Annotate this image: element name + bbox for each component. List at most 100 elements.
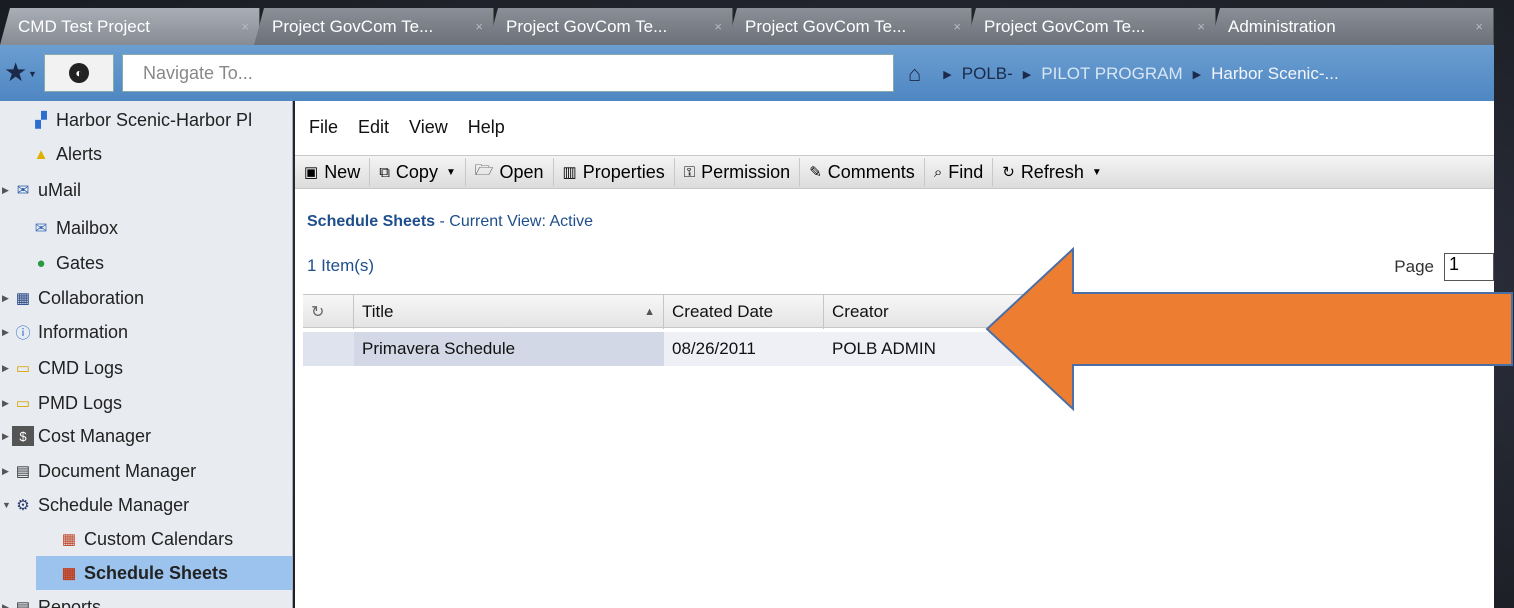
sidebar-item-collaboration[interactable]: ▶ ▦ Collaboration <box>2 281 144 315</box>
reports-icon: ▤ <box>15 599 31 608</box>
tab-cmd-test-project[interactable]: CMD Test Project × <box>0 8 260 45</box>
callout-arrow-shape <box>985 247 1513 412</box>
sidebar-item-reports[interactable]: ▶ ▤ Reports <box>2 590 101 608</box>
tab-administration[interactable]: Administration × <box>1210 8 1494 45</box>
folder-icon: ▭ <box>15 360 31 377</box>
expand-arrow-icon[interactable]: ▶ <box>2 398 12 409</box>
chevron-down-icon[interactable]: ▼ <box>28 69 37 79</box>
close-icon[interactable]: × <box>953 19 961 34</box>
sidebar-item-project[interactable]: ▞ Harbor Scenic-Harbor Pl <box>30 103 252 137</box>
expand-arrow-icon[interactable]: ▶ <box>2 466 12 477</box>
permission-button[interactable]: ⚿ Permission <box>675 158 801 186</box>
sidebar-item-label: Harbor Scenic-Harbor Pl <box>56 109 253 130</box>
page-title: Schedule Sheets - Current View: Active <box>307 213 593 231</box>
refresh-button[interactable]: ↻ Refresh ▼ <box>993 158 1111 186</box>
current-view-text: - Current View: Active <box>435 213 594 230</box>
sidebar-item-schedule-manager[interactable]: ▼ ⚙ Schedule Manager <box>2 488 189 522</box>
menu-help[interactable]: Help <box>468 117 505 145</box>
sidebar: ▞ Harbor Scenic-Harbor Pl ▲ Alerts ▶ ✉ u… <box>0 101 293 608</box>
collapse-arrow-icon[interactable]: ▼ <box>2 500 12 510</box>
information-icon: ⓘ <box>15 324 31 342</box>
menu-view[interactable]: View <box>409 117 448 145</box>
properties-button[interactable]: ▥ Properties <box>554 158 675 186</box>
sidebar-item-cmd-logs[interactable]: ▶ ▭ CMD Logs <box>2 351 123 385</box>
close-icon[interactable]: × <box>1475 19 1483 34</box>
menu-file[interactable]: File <box>309 117 338 145</box>
tab-label: CMD Test Project <box>18 16 150 36</box>
sidebar-item-label: Cost Manager <box>38 425 152 446</box>
sidebar-item-mailbox[interactable]: ✉ Mailbox <box>30 211 118 245</box>
chevron-down-icon[interactable]: ▼ <box>1092 167 1102 178</box>
sidebar-item-pmd-logs[interactable]: ▶ ▭ PMD Logs <box>2 386 122 420</box>
sidebar-item-information[interactable]: ▶ ⓘ Information <box>2 315 128 349</box>
navigate-to-input[interactable]: Navigate To... <box>122 54 894 92</box>
project-icon: ▞ <box>35 112 47 129</box>
callout-arrow <box>985 247 1513 412</box>
column-label: Creator <box>832 302 889 321</box>
menu-edit[interactable]: Edit <box>358 117 389 145</box>
row-selector[interactable] <box>303 332 354 366</box>
comments-button[interactable]: ✎ Comments <box>800 158 925 186</box>
sidebar-item-gates[interactable]: ● Gates <box>30 246 104 280</box>
sidebar-item-label: Document Manager <box>38 460 197 481</box>
sidebar-item-label: Mailbox <box>56 217 119 238</box>
close-icon[interactable]: × <box>241 19 249 34</box>
column-created-date[interactable]: Created Date <box>664 295 824 329</box>
item-count: 1 Item(s) <box>307 256 375 275</box>
expand-arrow-icon[interactable]: ▶ <box>2 602 12 608</box>
column-title[interactable]: Title ▲ <box>354 295 664 329</box>
globe-button[interactable]: ◐ <box>44 54 114 92</box>
sidebar-item-document-manager[interactable]: ▶ ▤ Document Manager <box>2 454 196 488</box>
new-button[interactable]: ▣ New <box>295 158 371 186</box>
home-icon[interactable]: ⌂ <box>908 61 921 87</box>
menu-bar: File Edit View Help <box>295 117 511 145</box>
navigation-bar: ★ ▼ ◐ Navigate To... ⌂ ▶ POLB- ▶ PILOT P… <box>0 45 1494 101</box>
close-icon[interactable]: × <box>1197 19 1205 34</box>
new-icon: ▣ <box>304 164 319 181</box>
grid-refresh-icon[interactable]: ↻ <box>303 295 354 329</box>
page-title-text: Schedule Sheets <box>307 213 436 230</box>
sidebar-item-label: CMD Logs <box>38 357 124 378</box>
expand-arrow-icon[interactable]: ▶ <box>2 327 12 338</box>
tab-project-govcom-3[interactable]: Project GovCom Te... × <box>727 8 972 45</box>
new-label: New <box>324 161 361 182</box>
cell-created-date: 08/26/2011 <box>672 339 756 358</box>
breadcrumb-item[interactable]: Harbor Scenic-... <box>1211 64 1339 84</box>
open-folder-icon: 🗁 <box>474 161 494 179</box>
sidebar-item-label: Gates <box>56 252 105 273</box>
find-button[interactable]: ⌕ Find <box>925 158 994 186</box>
tab-project-govcom-2[interactable]: Project GovCom Te... × <box>488 8 733 45</box>
tab-bar: CMD Test Project × Project GovCom Te... … <box>0 8 1494 45</box>
favorites-star-icon[interactable]: ★ <box>4 57 27 88</box>
alert-icon: ▲ <box>33 145 49 163</box>
sidebar-item-cost-manager[interactable]: ▶ $ Cost Manager <box>2 419 151 453</box>
tab-project-govcom-4[interactable]: Project GovCom Te... × <box>966 8 1216 45</box>
sidebar-item-umail[interactable]: ▶ ✉ uMail <box>2 173 81 207</box>
column-label: Created Date <box>672 302 774 321</box>
tab-label: Project GovCom Te... <box>745 16 907 36</box>
tab-project-govcom-1[interactable]: Project GovCom Te... × <box>254 8 494 45</box>
tab-label: Project GovCom Te... <box>984 16 1146 36</box>
close-icon[interactable]: × <box>714 19 722 34</box>
comments-icon: ✎ <box>809 164 822 181</box>
open-button[interactable]: 🗁 Open <box>466 158 554 186</box>
sidebar-item-label: Alerts <box>56 143 103 164</box>
copy-icon: ⧉ <box>379 163 390 181</box>
expand-arrow-icon[interactable]: ▶ <box>2 185 12 196</box>
cell-title[interactable]: Primavera Schedule <box>354 332 664 366</box>
sidebar-item-schedule-sheets[interactable]: ▦ Schedule Sheets <box>36 556 292 590</box>
copy-button[interactable]: ⧉ Copy ▼ <box>370 158 466 186</box>
sidebar-item-label: Schedule Manager <box>38 494 190 515</box>
breadcrumb-item[interactable]: PILOT PROGRAM <box>1041 64 1182 84</box>
gates-icon: ● <box>36 254 46 272</box>
sidebar-item-custom-calendars[interactable]: ▦ Custom Calendars <box>58 522 233 556</box>
sidebar-item-label: Custom Calendars <box>84 528 234 549</box>
close-icon[interactable]: × <box>475 19 483 34</box>
expand-arrow-icon[interactable]: ▶ <box>2 431 12 442</box>
expand-arrow-icon[interactable]: ▶ <box>2 363 12 374</box>
chevron-down-icon[interactable]: ▼ <box>446 167 456 178</box>
search-icon: ⌕ <box>933 163 943 181</box>
expand-arrow-icon[interactable]: ▶ <box>2 293 12 304</box>
breadcrumb-item[interactable]: POLB- <box>962 64 1013 84</box>
sidebar-item-alerts[interactable]: ▲ Alerts <box>30 137 102 171</box>
